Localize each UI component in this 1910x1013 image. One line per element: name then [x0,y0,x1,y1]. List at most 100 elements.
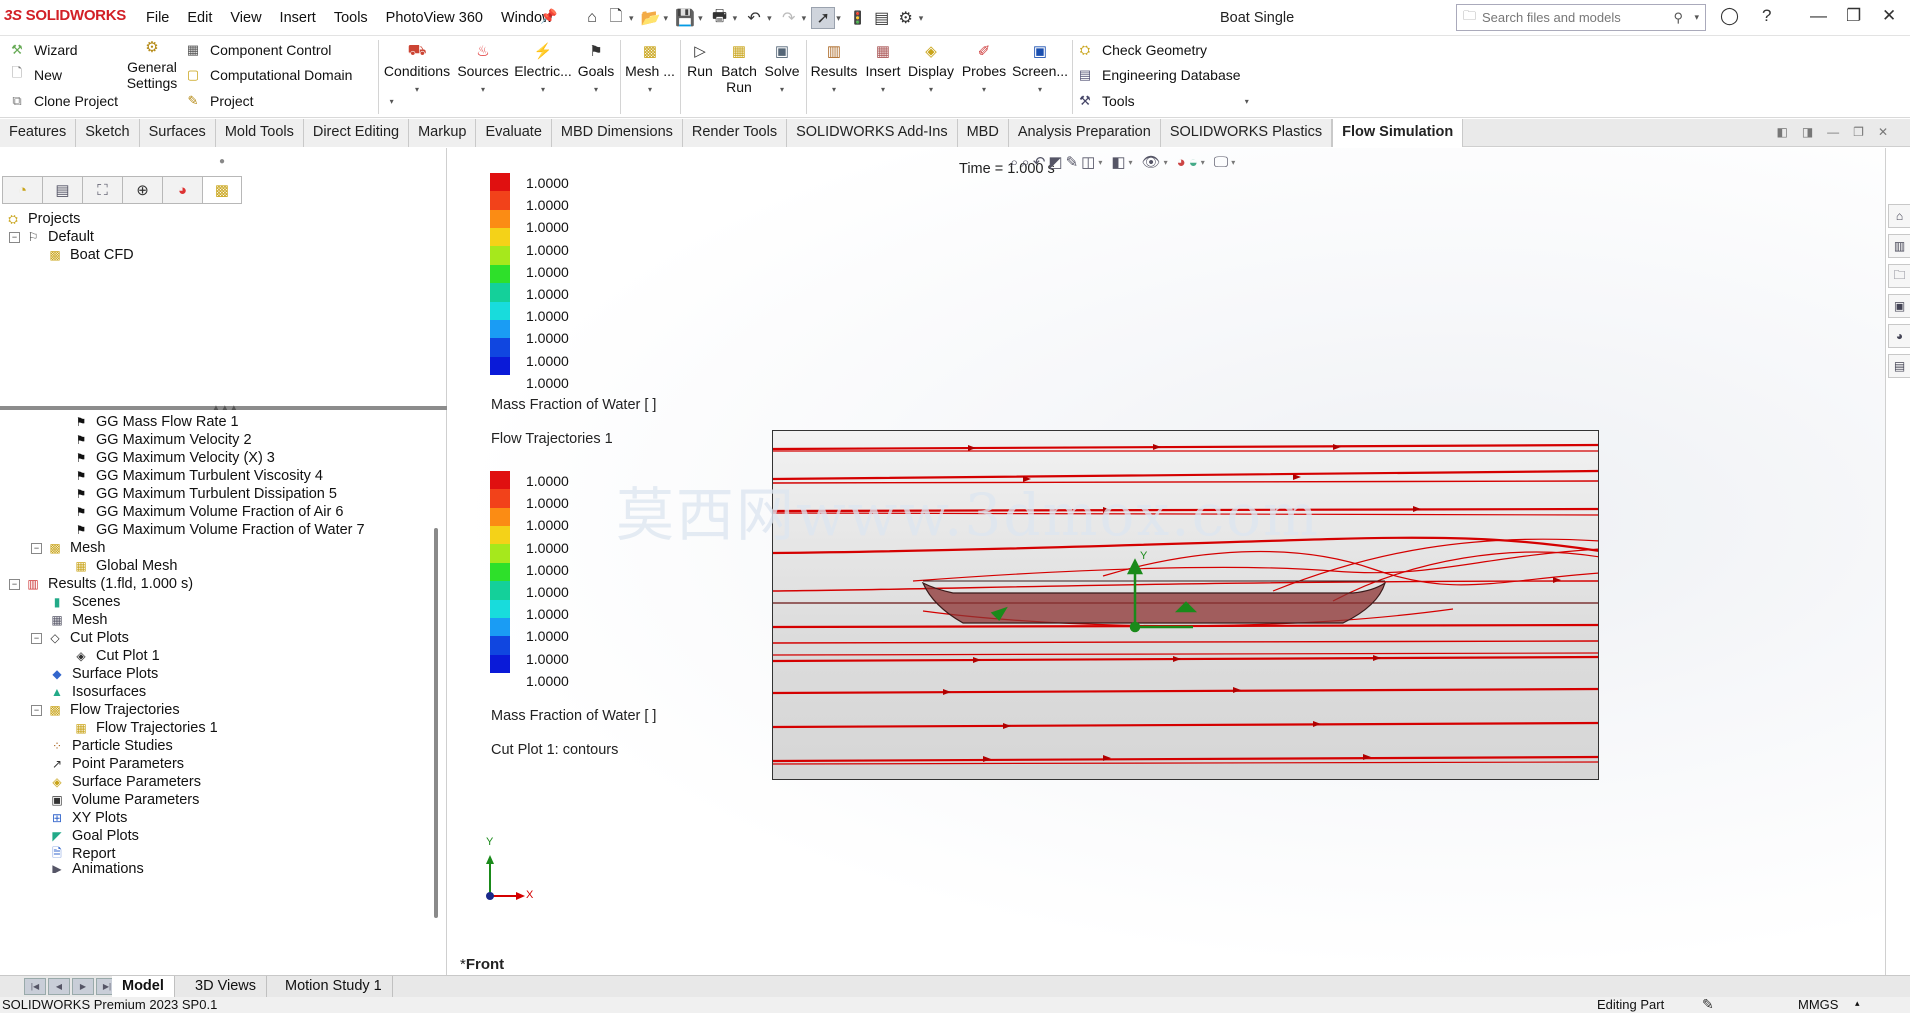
electric-button[interactable]: ⚡ Electric... ▾ [514,42,572,94]
results-button[interactable]: ▥ Results ▾ [810,42,858,94]
section-view-icon[interactable]: ◩ [1048,153,1062,171]
select-pointer-icon[interactable]: ➚ [811,7,836,29]
view-settings-icon[interactable]: 🖵 [1214,154,1228,171]
screen-dropdown-icon[interactable]: ▾ [1012,85,1068,94]
view-palette-icon[interactable]: ▣ [1888,294,1910,318]
tab-mold-tools[interactable]: Mold Tools [215,119,304,147]
print-dropdown-icon[interactable]: ▾ [733,13,738,24]
doc-restore-icon[interactable]: ❐ [1853,125,1864,139]
tab-analysis-preparation[interactable]: Analysis Preparation [1008,119,1161,147]
tab-mbd[interactable]: MBD [957,119,1009,147]
feature-manager-tab-icon[interactable]: ◔ [2,176,42,204]
display-style-icon[interactable]: ◧ [1111,153,1125,171]
tab-markup[interactable]: Markup [409,119,477,147]
minimize-window-icon[interactable]: — [1810,6,1827,26]
electric-dropdown-icon[interactable]: ▾ [514,85,572,94]
file-properties-icon[interactable]: ▤ [870,7,894,29]
solidworks-logo[interactable]: 3S SOLIDWORKS [4,7,126,24]
save-dropdown-icon[interactable]: ▾ [698,13,703,24]
search-box[interactable]: 🗀 Search files and models ⚲ ▾ [1456,4,1706,31]
next-tab-icon[interactable]: ▶ [72,978,94,995]
solve-dropdown-icon[interactable]: ▾ [762,85,802,94]
tools-button[interactable]: ⚒ Tools ▾ [1076,93,1249,109]
open-folder-icon[interactable]: 📂 [639,7,663,29]
screen-button[interactable]: ▣ Screen... ▾ [1012,42,1068,94]
tab-direct-editing[interactable]: Direct Editing [303,119,410,147]
sources-dropdown-icon[interactable]: ▾ [456,85,510,94]
configuration-manager-tab-icon[interactable]: ⛶ [82,176,122,204]
menu-insert[interactable]: Insert [280,10,316,26]
tab-evaluate[interactable]: Evaluate [476,119,552,147]
project-button[interactable]: ✎ Project ▾ [184,93,394,109]
zoom-to-area-icon[interactable]: ⌕ [1021,154,1029,171]
flow-simulation-tab-icon[interactable]: ▩ [202,176,242,204]
collapse-icon[interactable]: − [9,578,20,590]
first-tab-icon[interactable]: |◀ [24,978,46,995]
goals-dropdown-icon[interactable]: ▾ [576,85,616,94]
batch-run-button[interactable]: ▦ Batch Run [718,42,760,95]
open-dropdown-icon[interactable]: ▾ [664,13,669,24]
tab-3d-views[interactable]: 3D Views [185,976,267,998]
pane-splitter[interactable]: ▲▲▲ [0,403,447,412]
tab-solidworks-add-ins[interactable]: SOLIDWORKS Add-Ins [787,119,958,147]
check-geometry-button[interactable]: ⛭ Check Geometry [1076,42,1207,58]
tools-dropdown-icon[interactable]: ▾ [1245,97,1249,106]
close-window-icon[interactable]: ✕ [1882,6,1896,26]
insert-button[interactable]: ▦ Insert ▾ [862,42,904,94]
tab-sketch[interactable]: Sketch [76,119,140,147]
graphics-area[interactable]: Time = 1.000 s ⌕ ⌕ ↶ ◩ ✎ ◫ ▾ ◧ ▾ 👁 ▾ ◕ ◒ ▾ 🖵… [448,148,1885,975]
search-icon[interactable]: ⚲ [1673,10,1683,26]
new-dropdown-icon[interactable]: ▾ [629,13,634,24]
results-dropdown-icon[interactable]: ▾ [810,85,858,94]
mesh-button[interactable]: ▩ Mesh ... ▾ [624,42,676,94]
doc-close-icon[interactable]: ✕ [1878,125,1888,139]
mesh-dropdown-icon[interactable]: ▾ [624,85,676,94]
menu-edit[interactable]: Edit [187,10,212,26]
doc-minimize-icon[interactable]: — [1827,125,1839,139]
select-dropdown-icon[interactable]: ▾ [836,13,841,24]
undo-dropdown-icon[interactable]: ▾ [767,13,772,24]
new-document-icon[interactable]: 🗋 [604,7,628,29]
menu-photoview[interactable]: PhotoView 360 [386,10,483,26]
print-icon[interactable]: 🖶 [708,7,732,29]
tile-left-icon[interactable]: ◧ [1776,125,1787,139]
collapse-icon[interactable]: − [9,231,20,243]
search-dropdown-icon[interactable]: ▾ [1694,12,1699,23]
collapse-icon[interactable]: − [31,704,42,716]
custom-properties-icon[interactable]: ▤ [1888,354,1910,378]
clone-project-button[interactable]: ⧉ Clone Project [8,93,118,109]
conditions-dropdown-icon[interactable]: ▾ [382,85,452,94]
tree-boat-cfd[interactable]: ▩ Boat CFD [46,244,133,266]
goals-button[interactable]: ⚑ Goals ▾ [576,42,616,94]
zoom-to-fit-icon[interactable]: ⌕ [1010,154,1018,171]
engineering-database-button[interactable]: ▤ Engineering Database [1076,67,1241,83]
computational-domain-button[interactable]: ▢ Computational Domain [184,67,353,83]
search-input[interactable]: Search files and models [1482,10,1621,25]
edit-appearance-icon[interactable]: ◕ [1177,154,1186,171]
new-project-button[interactable]: 🗋 New [8,65,62,83]
menu-view[interactable]: View [230,10,261,26]
dynamic-annotation-icon[interactable]: ✎ [1066,153,1079,171]
hide-show-dropdown-icon[interactable]: ▾ [1164,158,1168,167]
save-icon[interactable]: 💾 [673,7,697,29]
home-icon[interactable]: ⌂ [580,7,604,29]
help-icon[interactable]: ? [1762,6,1771,26]
probes-button[interactable]: ✐ Probes ▾ [960,42,1008,94]
undo-icon[interactable]: ↶ [742,7,766,29]
menu-tools[interactable]: Tools [334,10,368,26]
sketch-edit-icon[interactable]: ✎ [1702,997,1714,1013]
restore-window-icon[interactable]: ❐ [1846,6,1861,26]
view-orientation-icon[interactable]: ◫ [1081,153,1095,171]
pin-icon[interactable]: 📌 [540,8,557,25]
property-manager-tab-icon[interactable]: ▤ [42,176,82,204]
component-control-button[interactable]: ▦ Component Control [184,42,332,58]
menu-file[interactable]: File [146,10,169,26]
traffic-light-icon[interactable]: 🚦 [846,7,870,29]
previous-view-icon[interactable]: ↶ [1033,153,1046,171]
view-settings-dropdown-icon[interactable]: ▾ [1231,158,1235,167]
unit-system-dropdown-icon[interactable]: ▴ [1855,997,1860,1013]
probes-dropdown-icon[interactable]: ▾ [960,85,1008,94]
scene-icon[interactable]: ◒ [1189,154,1198,171]
tab-surfaces[interactable]: Surfaces [139,119,216,147]
reference-triad[interactable]: Y X [478,836,538,910]
